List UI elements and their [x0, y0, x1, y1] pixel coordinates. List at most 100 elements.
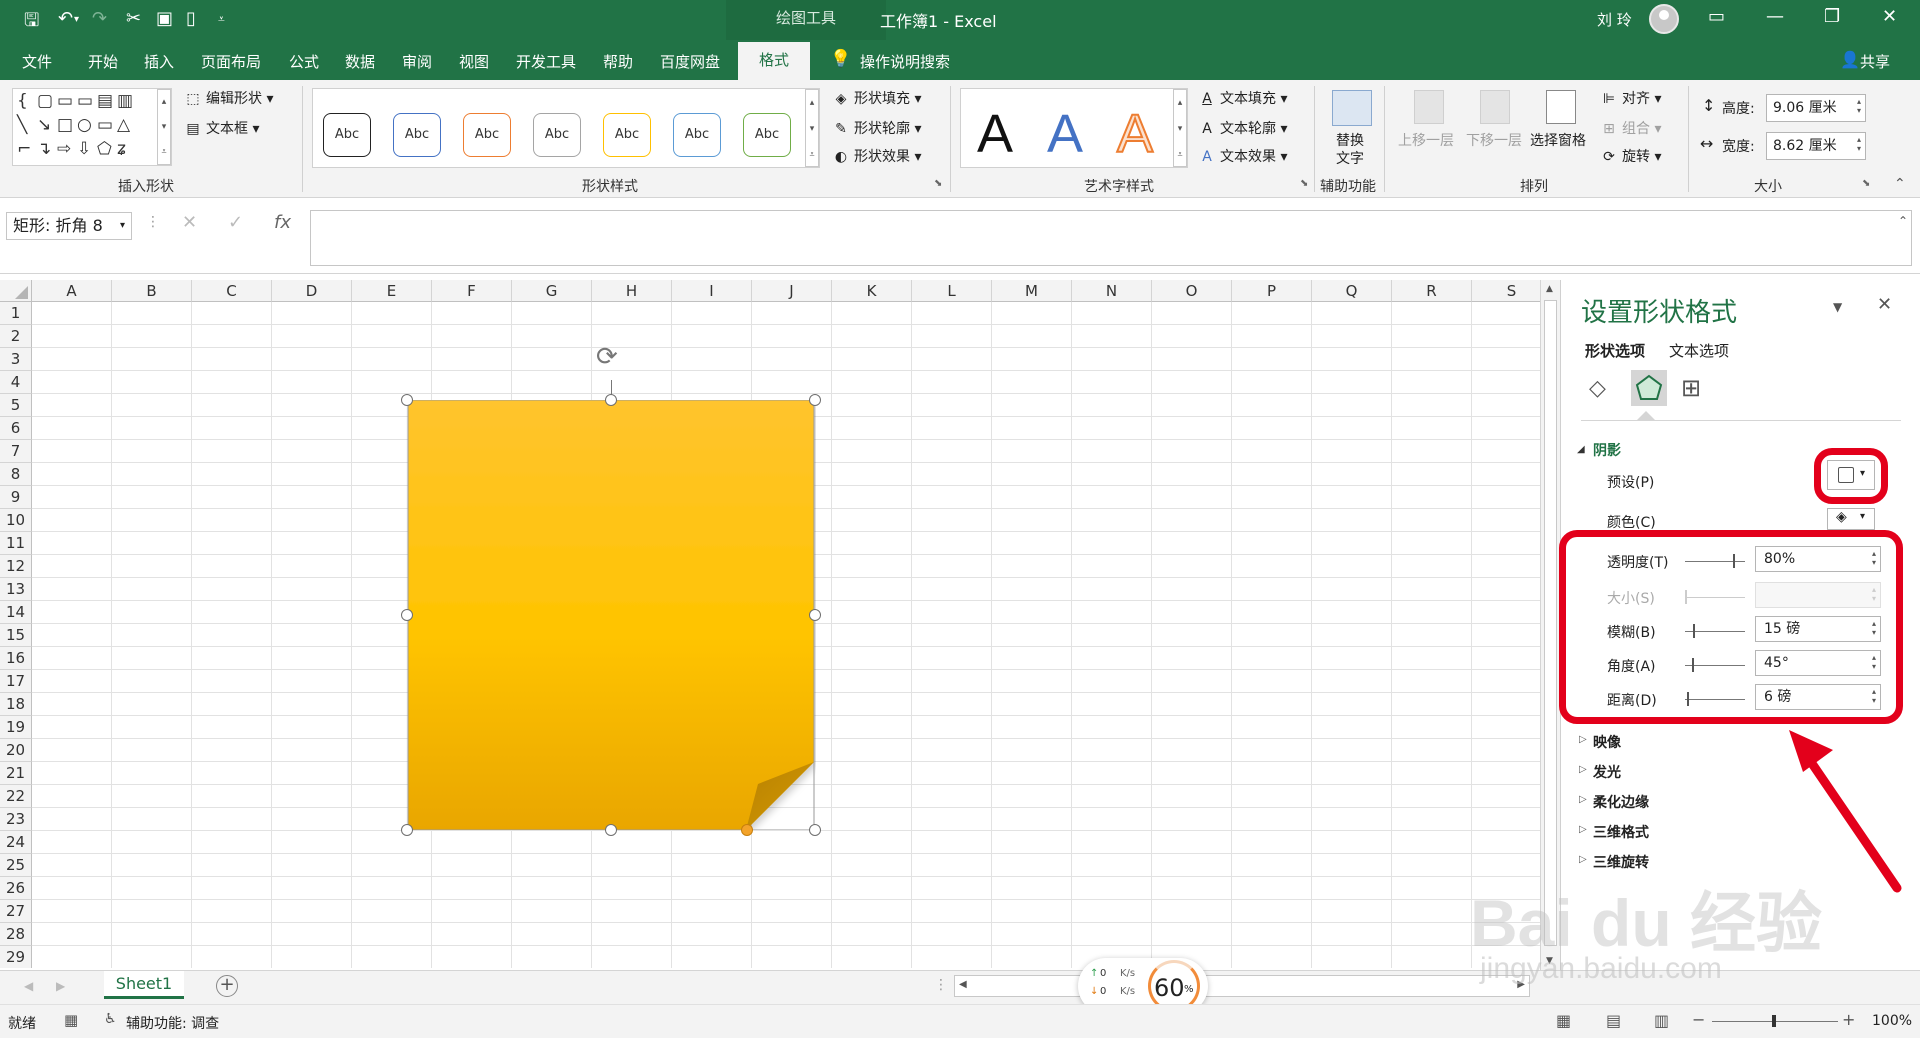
- resize-handle-bottom-right[interactable]: [809, 824, 821, 836]
- row-header[interactable]: 3: [0, 348, 32, 371]
- shape-styles-more[interactable]: ▴ ▾ ⩡: [805, 89, 819, 167]
- rotate-handle-icon[interactable]: ⟳: [596, 342, 618, 372]
- undo-icon[interactable]: ↶: [58, 8, 73, 29]
- shape-line-icon[interactable]: ╲: [17, 115, 27, 135]
- column-header[interactable]: I: [672, 280, 752, 302]
- shape-effects-button[interactable]: ◐ 形状效果 ▾: [832, 146, 922, 166]
- tab-text-options[interactable]: 文本选项: [1669, 340, 1729, 361]
- tab-data[interactable]: 数据: [345, 51, 375, 72]
- row-header[interactable]: 26: [0, 877, 32, 900]
- row-header[interactable]: 8: [0, 463, 32, 486]
- zoom-slider[interactable]: [1712, 1015, 1838, 1027]
- section-collapsed-icon[interactable]: ▷: [1579, 854, 1587, 865]
- share-user-icon[interactable]: 👤: [1840, 50, 1860, 69]
- shape-style-black[interactable]: Abc: [323, 113, 371, 157]
- shape-outline-button[interactable]: ✎ 形状轮廓 ▾: [832, 118, 921, 138]
- effects-tab-selected[interactable]: [1631, 370, 1667, 406]
- undo-dropdown-icon[interactable]: ▾: [74, 14, 79, 25]
- tab-shape-options[interactable]: 形状选项: [1585, 340, 1645, 361]
- page-layout-view-icon[interactable]: ▤: [1606, 1011, 1621, 1030]
- section-reflection[interactable]: 映像: [1593, 732, 1621, 752]
- shape-style-blue[interactable]: Abc: [393, 113, 441, 157]
- column-header[interactable]: C: [192, 280, 272, 302]
- column-header[interactable]: E: [352, 280, 432, 302]
- scroll-up-icon[interactable]: ▲: [1546, 284, 1553, 294]
- customize-quick-access-icon[interactable]: ⩡: [218, 12, 225, 27]
- wordart-style-orange[interactable]: A: [1116, 103, 1154, 165]
- row-header[interactable]: 9: [0, 486, 32, 509]
- alt-text-button-line1[interactable]: 替换: [1336, 130, 1364, 150]
- row-header[interactable]: 5: [0, 394, 32, 417]
- align-button[interactable]: ⊫ 对齐 ▾: [1600, 88, 1662, 108]
- section-collapsed-icon[interactable]: ▷: [1579, 764, 1587, 775]
- alt-text-icon[interactable]: [1332, 90, 1372, 126]
- resize-handle-left[interactable]: [401, 609, 413, 621]
- section-soft-edges[interactable]: 柔化边缘: [1593, 792, 1649, 812]
- normal-view-icon[interactable]: ▦: [1556, 1011, 1571, 1030]
- user-name[interactable]: 刘 玲: [1597, 9, 1632, 30]
- row-header[interactable]: 10: [0, 509, 32, 532]
- wordart-style-black[interactable]: A: [977, 103, 1013, 165]
- row-header[interactable]: 19: [0, 716, 32, 739]
- shape-style-orange[interactable]: Abc: [463, 113, 511, 157]
- column-header[interactable]: R: [1392, 280, 1472, 302]
- shape-right-arrow-icon[interactable]: ⇨: [57, 139, 71, 159]
- row-header[interactable]: 15: [0, 624, 32, 647]
- horizontal-scrollbar[interactable]: ◀ ▶: [954, 975, 1530, 997]
- tab-file[interactable]: 文件: [22, 51, 52, 72]
- section-collapsed-icon[interactable]: ▷: [1579, 734, 1587, 745]
- resize-handle-bottom[interactable]: [605, 824, 617, 836]
- shape-style-light-blue[interactable]: Abc: [673, 113, 721, 157]
- resize-handle-top-right[interactable]: [809, 394, 821, 406]
- tab-page-layout[interactable]: 页面布局: [201, 51, 261, 72]
- shape-oval-icon[interactable]: ○: [77, 115, 92, 135]
- row-header[interactable]: 25: [0, 854, 32, 877]
- height-input[interactable]: 9.06 厘米 ▴ ▾: [1766, 94, 1866, 122]
- resize-handle-top[interactable]: [605, 394, 617, 406]
- shapes-gallery[interactable]: { ▢ ▭ ▭ ▤ ▥ ╲ ↘ □ ○ ▭ △ ⌐ ↴ ⇨ ⇩ ⬠ ʑ ▴ ▾ ⩡: [12, 88, 172, 166]
- shape-rounded-rect-icon[interactable]: ▭: [97, 115, 113, 135]
- edit-shape-button[interactable]: ⬚ 编辑形状 ▾: [184, 88, 273, 108]
- restore-icon[interactable]: ❐: [1824, 6, 1840, 27]
- minimize-icon[interactable]: —: [1766, 6, 1784, 27]
- shapes-gallery-more[interactable]: ▴ ▾ ⩡: [157, 89, 171, 165]
- accessibility-check-icon[interactable]: ♿: [104, 1011, 117, 1027]
- row-header[interactable]: 11: [0, 532, 32, 555]
- row-header[interactable]: 13: [0, 578, 32, 601]
- formula-input[interactable]: [310, 210, 1912, 266]
- column-header[interactable]: S: [1472, 280, 1540, 302]
- accessibility-status[interactable]: 辅助功能: 调查: [126, 1013, 219, 1033]
- scroll-left-icon[interactable]: ◀: [959, 979, 967, 990]
- sheet-tab-sheet1[interactable]: Sheet1: [104, 971, 184, 999]
- tab-review[interactable]: 审阅: [402, 51, 432, 72]
- tab-view[interactable]: 视图: [459, 51, 489, 72]
- shape-scribble-icon[interactable]: ʑ: [117, 139, 126, 159]
- shape-rect2-icon[interactable]: ▭: [57, 91, 73, 111]
- tell-me-search[interactable]: 操作说明搜索: [860, 51, 950, 72]
- tab-home[interactable]: 开始: [88, 51, 118, 72]
- dialog-launcher-icon[interactable]: ⬊: [1862, 178, 1870, 189]
- row-header[interactable]: 14: [0, 601, 32, 624]
- shape-style-gray[interactable]: Abc: [533, 113, 581, 157]
- macro-record-icon[interactable]: ▦: [64, 1011, 78, 1029]
- zoom-in-icon[interactable]: +: [1842, 1010, 1855, 1029]
- selection-pane-button[interactable]: 选择窗格: [1530, 130, 1586, 150]
- shape-elbow-arrow-icon[interactable]: ↴: [37, 139, 51, 159]
- row-header[interactable]: 27: [0, 900, 32, 923]
- close-icon[interactable]: ✕: [1882, 6, 1897, 27]
- resize-handle-bottom-left[interactable]: [401, 824, 413, 836]
- shape-elbow-icon[interactable]: ⌐: [17, 139, 31, 159]
- alt-text-button-line2[interactable]: 文字: [1336, 148, 1364, 168]
- folded-corner-shape[interactable]: [406, 400, 816, 830]
- row-header[interactable]: 22: [0, 785, 32, 808]
- row-header[interactable]: 18: [0, 693, 32, 716]
- row-header[interactable]: 20: [0, 739, 32, 762]
- zoom-slider-knob[interactable]: [1772, 1015, 1776, 1027]
- width-input[interactable]: 8.62 厘米 ▴ ▾: [1766, 132, 1866, 160]
- dialog-launcher-icon[interactable]: ⬊: [934, 178, 942, 189]
- shape-arrow-line-icon[interactable]: ↘: [37, 115, 51, 135]
- tab-insert[interactable]: 插入: [144, 51, 174, 72]
- column-header[interactable]: N: [1072, 280, 1152, 302]
- row-header[interactable]: 4: [0, 371, 32, 394]
- row-header[interactable]: 6: [0, 417, 32, 440]
